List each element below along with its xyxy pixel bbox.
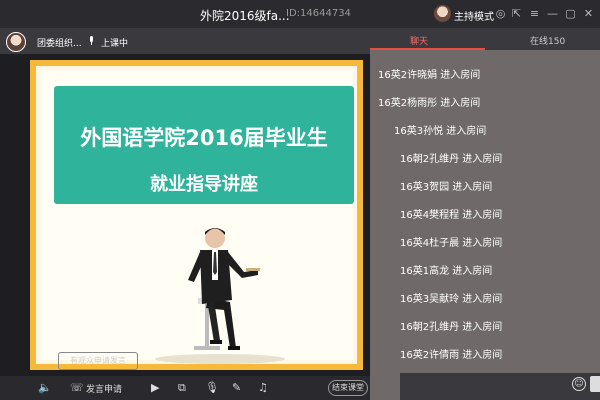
- maximize-icon[interactable]: ▢: [564, 7, 577, 20]
- list-item: 16朝2孔维丹 进入房间: [400, 154, 503, 165]
- edit-icon[interactable]: ✎: [232, 380, 241, 396]
- screen-share-icon[interactable]: ⧉: [178, 380, 186, 396]
- end-class-button[interactable]: 结束课堂: [328, 380, 368, 396]
- host-avatar[interactable]: [434, 5, 451, 22]
- speaker-figure: [188, 228, 260, 350]
- emoji-icon[interactable]: ☺: [572, 377, 586, 391]
- slide-title: 外国语学院2016届毕业生: [80, 126, 328, 150]
- stage-area: 团委组织... 上课中 外国语学院2016届毕业生 就业指导讲座 有观众申请发言…: [0, 28, 370, 400]
- list-item: 16英2许倩雨 进入房间: [400, 350, 503, 361]
- mic-icon: [90, 36, 93, 45]
- bottom-toolbar: 🔈 ☏ 发言申请 ▶ ⧉ 🎙 ✎ ♫ 结束课堂: [0, 376, 370, 400]
- list-item: 16英3贺园 进入房间: [400, 182, 493, 193]
- slide-subtitle: 就业指导讲座: [150, 174, 258, 195]
- host-mode-label[interactable]: 主持模式: [454, 8, 494, 23]
- list-item: 16英1高龙 进入房间: [400, 266, 493, 277]
- settings-icon[interactable]: ◎: [494, 7, 507, 20]
- presenter-avatar[interactable]: [6, 32, 26, 52]
- close-icon[interactable]: ✕: [582, 7, 595, 20]
- list-item: 16英4杜子晨 进入房间: [400, 238, 503, 249]
- slide: 外国语学院2016届毕业生 就业指导讲座: [30, 60, 363, 370]
- volume-icon[interactable]: 🔈: [38, 380, 52, 396]
- presenter-bar: 团委组织... 上课中: [0, 28, 370, 54]
- menu-icon[interactable]: ≡: [528, 7, 541, 20]
- speak-request-notice[interactable]: 有观众申请发言: [58, 352, 138, 370]
- presenter-name: 团委组织...: [37, 39, 82, 49]
- list-item: 16朝2孔维丹 进入房间: [400, 322, 503, 333]
- list-item: 16英3吴献玲 进入房间: [400, 294, 503, 305]
- minimize-icon[interactable]: —: [546, 7, 559, 20]
- class-status: 上课中: [101, 39, 129, 49]
- active-tab-indicator: [370, 48, 485, 50]
- slide-banner: 外国语学院2016届毕业生 就业指导讲座: [54, 86, 354, 204]
- share-icon[interactable]: ⇱: [510, 7, 523, 20]
- tab-chat[interactable]: 聊天: [410, 34, 428, 47]
- list-item: 16英2杨雨彤 进入房间: [378, 98, 481, 109]
- chat-panel: 聊天 在线150 16英2许晓娟 进入房间 16英2杨雨彤 进入房间 16英3孙…: [370, 28, 600, 400]
- speak-request-label[interactable]: 发言申请: [86, 382, 122, 395]
- camera-icon[interactable]: ▶: [151, 380, 159, 396]
- music-icon[interactable]: ♫: [258, 380, 268, 396]
- panel-tabs: 聊天 在线150: [370, 28, 600, 50]
- title-bar: 外院2016级fa... ID:14644734 主持模式 ◎ ⇱ ≡ — ▢ …: [0, 0, 600, 28]
- window-title: 外院2016级fa...: [200, 9, 290, 23]
- send-button[interactable]: [590, 376, 600, 392]
- chat-input[interactable]: [400, 373, 600, 400]
- microphone-icon[interactable]: 🎙: [205, 380, 219, 396]
- phone-icon[interactable]: ☏: [70, 380, 84, 396]
- list-item: 16英3孙悦 进入房间: [394, 126, 487, 137]
- list-item: 16英2许晓娟 进入房间: [378, 70, 481, 81]
- tab-online[interactable]: 在线150: [530, 34, 565, 47]
- list-item: 16英4樊程程 进入房间: [400, 210, 503, 221]
- room-id: ID:14644734: [286, 8, 351, 19]
